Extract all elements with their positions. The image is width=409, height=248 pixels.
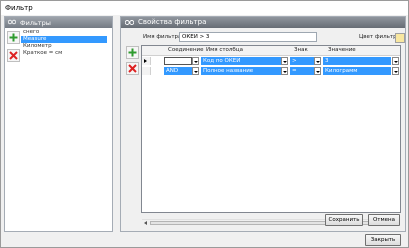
- plus-icon: [128, 48, 137, 57]
- sign-cell[interactable]: =: [290, 67, 317, 75]
- join-dropdown[interactable]: [192, 67, 199, 75]
- filters-toolbar: [5, 29, 20, 229]
- table-row[interactable]: Код по ОКЕИ > 3: [142, 57, 400, 65]
- sign-cell[interactable]: >: [290, 57, 317, 65]
- sign-dropdown[interactable]: [314, 67, 321, 75]
- filter-properties-panel: Свойства фильтра Имя фильтра: ОКЕИ > 3 Ц…: [120, 16, 406, 232]
- join-cell[interactable]: AND: [164, 67, 192, 75]
- filters-panel: Фильтры снего Мeasure Километр Краткое =…: [4, 16, 113, 232]
- column-cell[interactable]: Код по ОКЕИ: [201, 57, 287, 65]
- column-header-column[interactable]: Имя столбца: [206, 47, 243, 53]
- x-icon: [9, 51, 18, 60]
- scroll-left-icon[interactable]: [144, 221, 147, 225]
- column-dropdown[interactable]: [281, 57, 288, 65]
- join-dropdown[interactable]: [192, 57, 199, 65]
- delete-filter-button[interactable]: [7, 49, 20, 62]
- glasses-icon: [125, 20, 134, 25]
- join-cell[interactable]: [164, 57, 192, 65]
- properties-header: Свойства фильтра: [121, 17, 405, 28]
- conditions-grid: Соединение Имя столбца Знак Значение Код…: [141, 45, 401, 226]
- properties-title: Свойства фильтра: [138, 18, 207, 26]
- filter-window: Фильтр Фильтры снего Мeasure Километр Кр…: [0, 0, 409, 248]
- glasses-icon: [8, 19, 16, 25]
- value-dropdown[interactable]: [392, 67, 399, 75]
- row-indicator: [142, 57, 151, 65]
- filters-panel-title: Фильтры: [20, 19, 51, 27]
- filters-panel-header: Фильтры: [5, 17, 112, 28]
- save-button[interactable]: Сохранить: [325, 214, 363, 226]
- filter-color-picker[interactable]: [395, 33, 405, 43]
- add-condition-button[interactable]: [126, 46, 139, 59]
- x-icon: [128, 64, 137, 73]
- column-header-sign[interactable]: Знак: [294, 47, 308, 53]
- add-filter-button[interactable]: [7, 31, 20, 44]
- value-dropdown[interactable]: [392, 57, 399, 65]
- filters-list: снего Мeasure Километр Краткое = см: [21, 29, 107, 57]
- column-header-value[interactable]: Значение: [328, 47, 356, 53]
- close-button[interactable]: Закрыть: [365, 234, 401, 246]
- cancel-button[interactable]: Отмена: [368, 214, 400, 226]
- column-cell[interactable]: Полное название: [201, 67, 287, 75]
- filter-item-selected[interactable]: Мeasure: [21, 36, 107, 43]
- value-cell[interactable]: 3: [323, 57, 391, 65]
- value-cell[interactable]: Килограмм: [323, 67, 391, 75]
- filter-item[interactable]: Краткое = см: [21, 50, 107, 57]
- window-title: Фильтр: [5, 4, 33, 12]
- delete-condition-button[interactable]: [126, 62, 139, 75]
- filter-item[interactable]: снего: [21, 29, 107, 36]
- current-row-arrow-icon: [144, 59, 147, 63]
- column-dropdown[interactable]: [281, 67, 288, 75]
- filter-item[interactable]: Километр: [21, 43, 107, 50]
- column-header-join[interactable]: Соединение: [168, 47, 204, 53]
- plus-icon: [9, 33, 18, 42]
- filter-name-label: Имя фильтра:: [143, 34, 184, 40]
- title-bar: Фильтр: [1, 1, 408, 15]
- row-indicator: [142, 67, 151, 75]
- sign-dropdown[interactable]: [314, 57, 321, 65]
- table-row[interactable]: AND Полное название = Килограмм: [142, 67, 400, 75]
- grid-header: Соединение Имя столбца Знак Значение: [142, 46, 400, 56]
- filter-name-input[interactable]: ОКЕИ > 3: [179, 32, 317, 42]
